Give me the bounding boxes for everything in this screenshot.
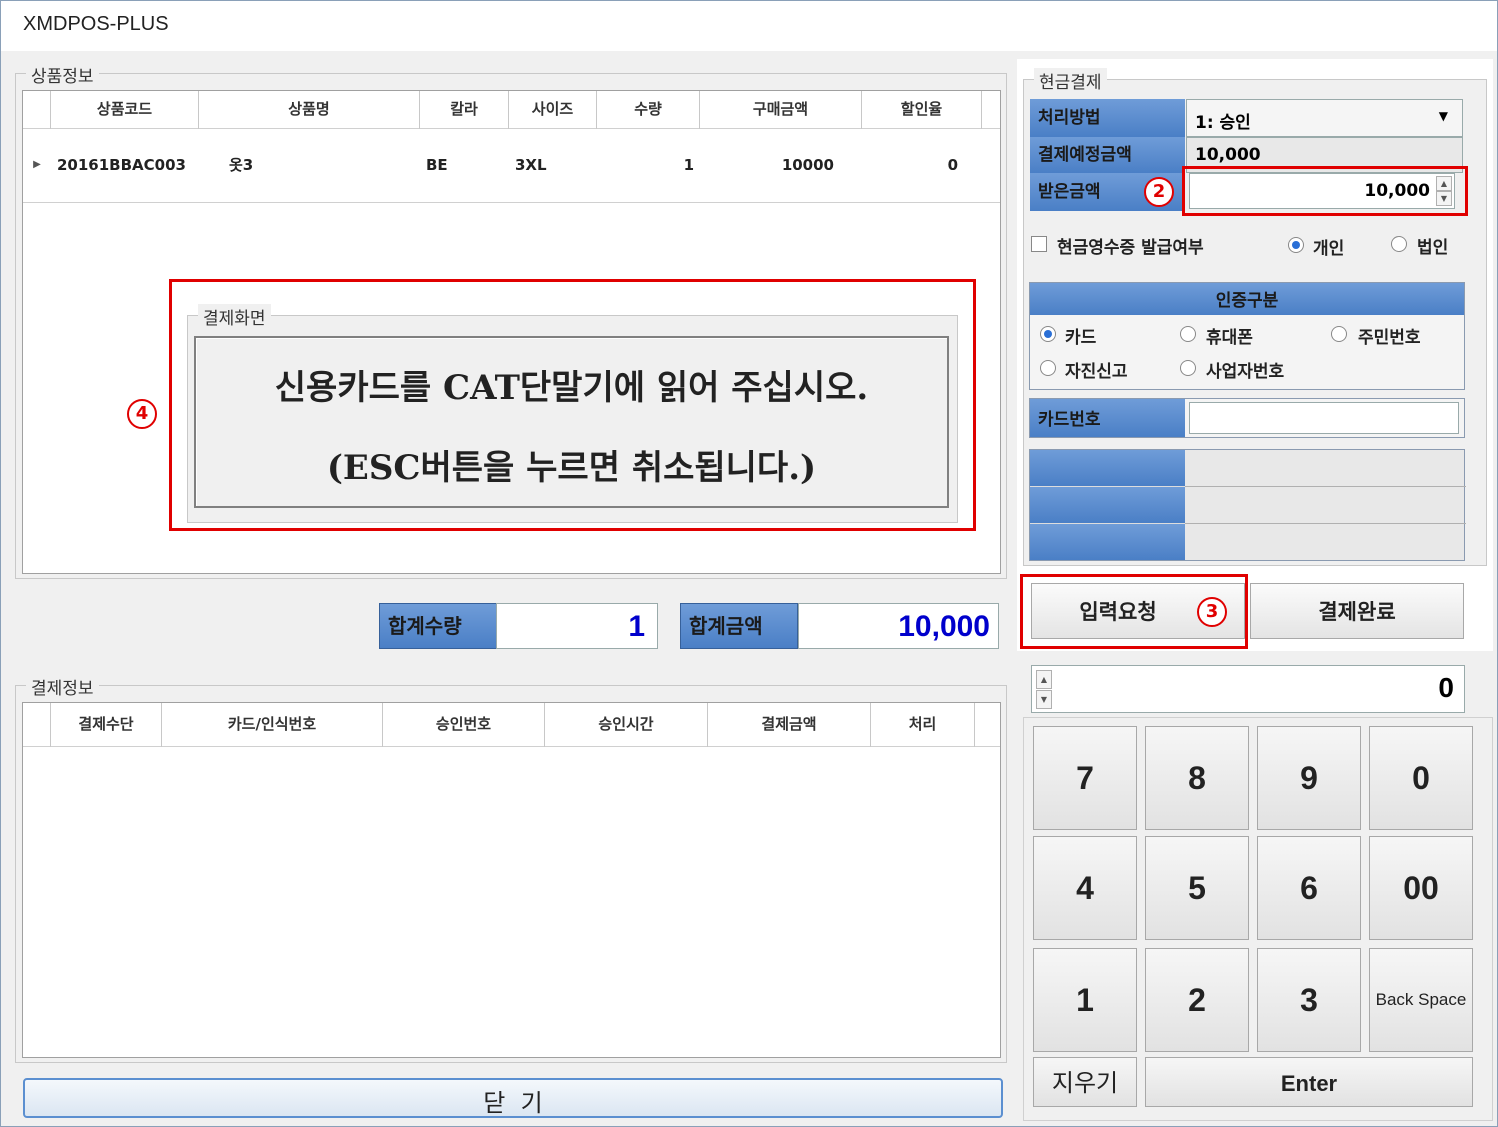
chevron-down-icon: ▼: [1438, 109, 1448, 123]
receipt-radio-personal[interactable]: [1288, 237, 1304, 253]
auth-header: 인증구분: [1030, 283, 1464, 315]
row-indicator-header: [23, 91, 51, 129]
cell-discount: 0: [947, 156, 958, 174]
auth-option-card: 카드: [1065, 328, 1097, 348]
col-amount[interactable]: 구매금액: [700, 91, 862, 129]
col-approval-time[interactable]: 승인시간: [545, 703, 708, 747]
auth-radio-card[interactable]: [1040, 326, 1056, 342]
window-title: XMDPOS-PLUS: [23, 13, 169, 35]
col-qty[interactable]: 수량: [597, 91, 700, 129]
col-size[interactable]: 사이즈: [509, 91, 597, 129]
due-amount-label: 결제예정금액: [1030, 137, 1185, 173]
key-9[interactable]: 9: [1257, 726, 1361, 830]
keypad-display[interactable]: ▲ ▼ 0: [1031, 665, 1465, 713]
auth-option-bizno: 사업자번호: [1206, 362, 1285, 382]
cell-color: BE: [426, 156, 448, 174]
key-8[interactable]: 8: [1145, 726, 1249, 830]
key-6[interactable]: 6: [1257, 836, 1361, 940]
key-7[interactable]: 7: [1033, 726, 1137, 830]
receipt-checkbox[interactable]: [1031, 236, 1047, 252]
key-4[interactable]: 4: [1033, 836, 1137, 940]
extra-row-divider-1: [1185, 486, 1466, 487]
cell-size: 3XL: [515, 156, 547, 174]
col-color[interactable]: 칼라: [420, 91, 509, 129]
payment-message-box: 신용카드를 CAT단말기에 읽어 주십시오. (ESC버튼을 누르면 취소됩니다…: [194, 336, 949, 508]
cell-code: 20161BBAC003: [57, 156, 186, 174]
row-indicator-header: [23, 703, 51, 747]
card-number-input[interactable]: [1189, 402, 1459, 434]
col-card-number[interactable]: 카드/인식번호: [162, 703, 383, 747]
col-code[interactable]: 상품코드: [51, 91, 199, 129]
total-qty-label: 합계수량: [379, 603, 497, 649]
product-grid-header: 상품코드 상품명 칼라 사이즈 수량 구매금액 할인율: [23, 91, 1000, 129]
key-00[interactable]: 00: [1369, 836, 1473, 940]
auth-option-resident: 주민번호: [1358, 328, 1421, 348]
key-0[interactable]: 0: [1369, 726, 1473, 830]
total-amount-value: 10,000: [798, 603, 999, 649]
payment-screen-legend: 결제화면: [198, 304, 271, 329]
auth-radio-resident[interactable]: [1331, 326, 1347, 342]
card-number-label: 카드번호: [1030, 399, 1185, 437]
key-1[interactable]: 1: [1033, 948, 1137, 1052]
col-approval-no[interactable]: 승인번호: [383, 703, 545, 747]
col-process[interactable]: 처리: [871, 703, 975, 747]
receipt-label: 현금영수증 발급여부: [1057, 238, 1204, 258]
key-2[interactable]: 2: [1145, 948, 1249, 1052]
extra-row-1-label: [1030, 450, 1185, 487]
table-row[interactable]: ▶ 20161BBAC003 옷3 BE 3XL 1 10000 0: [23, 129, 1000, 203]
payment-info-grid[interactable]: 결제수단 카드/인식번호 승인번호 승인시간 결제금액 처리: [22, 702, 1001, 1058]
cell-name: 옷3: [229, 156, 254, 174]
payment-message-line1: 신용카드를 CAT단말기에 읽어 주십시오.: [274, 368, 869, 408]
col-name[interactable]: 상품명: [199, 91, 420, 129]
key-5[interactable]: 5: [1145, 836, 1249, 940]
total-qty-value: 1: [496, 603, 658, 649]
received-amount-highlight: [1182, 166, 1468, 216]
close-button[interactable]: 닫 기: [23, 1078, 1003, 1118]
receipt-option-personal: 개인: [1313, 239, 1345, 259]
auth-option-self: 자진신고: [1065, 362, 1128, 382]
key-3[interactable]: 3: [1257, 948, 1361, 1052]
col-pay-method[interactable]: 결제수단: [51, 703, 162, 747]
annotation-4: 4: [127, 399, 157, 429]
row-selector-icon: ▶: [33, 159, 41, 170]
col-discount[interactable]: 할인율: [862, 91, 982, 129]
payment-info-header: 결제수단 카드/인식번호 승인번호 승인시간 결제금액 처리: [23, 703, 1000, 747]
titlebar: XMDPOS-PLUS: [1, 1, 1497, 51]
cell-amount: 10000: [781, 156, 834, 174]
annotation-2: 2: [1144, 177, 1174, 207]
method-label: 처리방법: [1030, 99, 1185, 137]
pos-window: XMDPOS-PLUS 상품정보 상품코드 상품명 칼라 사이즈 수량 구매금액…: [0, 0, 1498, 1127]
key-backspace[interactable]: Back Space: [1369, 948, 1473, 1052]
annotation-3: 3: [1197, 597, 1227, 627]
keypad-spin-up-icon[interactable]: ▲: [1036, 670, 1052, 689]
method-select-value: 1: 승인: [1195, 113, 1251, 133]
total-amount-label: 합계금액: [680, 603, 798, 649]
auth-radio-bizno[interactable]: [1180, 360, 1196, 376]
payment-info-legend: 결제정보: [26, 674, 99, 699]
key-clear[interactable]: 지우기: [1033, 1057, 1137, 1107]
keypad-display-value: 0: [1438, 672, 1454, 703]
receipt-radio-business[interactable]: [1391, 236, 1407, 252]
cell-qty: 1: [683, 156, 694, 174]
extra-rows: [1029, 449, 1466, 561]
auth-radio-phone[interactable]: [1180, 326, 1196, 342]
cash-payment-legend: 현금결제: [1034, 68, 1107, 93]
auth-option-phone: 휴대폰: [1206, 328, 1253, 348]
payment-message-line2: (ESC버튼을 누르면 취소됩니다.): [326, 448, 817, 488]
key-enter[interactable]: Enter: [1145, 1057, 1473, 1107]
extra-row-divider-2: [1185, 523, 1466, 524]
auth-radio-self[interactable]: [1040, 360, 1056, 376]
product-group-legend: 상품정보: [26, 62, 99, 87]
extra-row-2-label: [1030, 487, 1185, 524]
col-pay-amount[interactable]: 결제금액: [708, 703, 871, 747]
method-select[interactable]: 1: 승인 ▼: [1186, 99, 1463, 137]
keypad-spin-down-icon[interactable]: ▼: [1036, 690, 1052, 709]
receipt-option-business: 법인: [1417, 238, 1449, 258]
payment-complete-button[interactable]: 결제완료: [1250, 583, 1464, 639]
extra-row-3-label: [1030, 524, 1185, 560]
